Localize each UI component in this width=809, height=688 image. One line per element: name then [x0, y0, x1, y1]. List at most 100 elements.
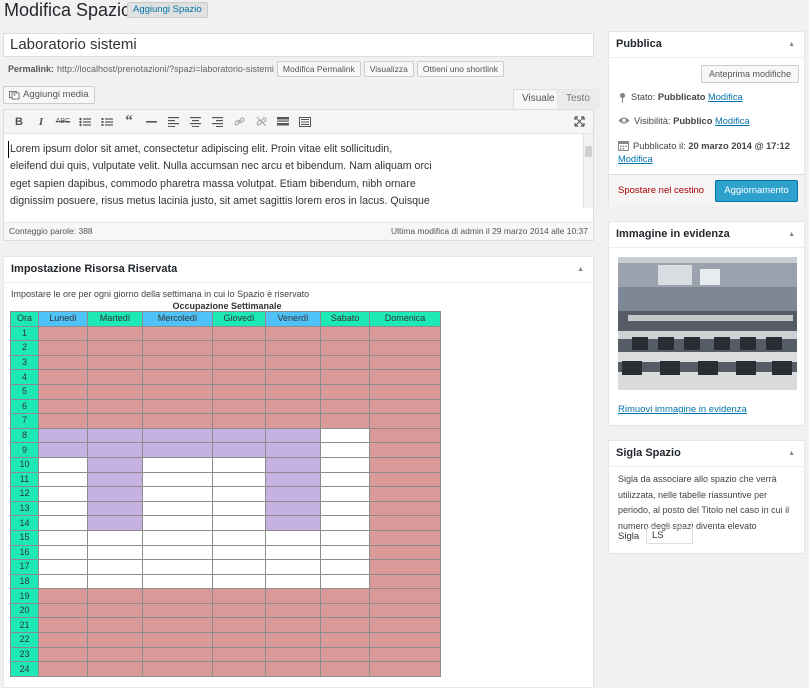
- slot-cell[interactable]: [142, 544, 213, 561]
- add-space-button[interactable]: Aggiungi Spazio: [127, 2, 208, 18]
- slot-cell[interactable]: [212, 471, 266, 488]
- slot-cell[interactable]: [265, 456, 321, 473]
- slot-cell[interactable]: [265, 500, 321, 517]
- slot-cell[interactable]: [38, 661, 88, 677]
- trash-link[interactable]: Spostare nel cestino: [618, 185, 704, 196]
- slot-cell[interactable]: [320, 486, 370, 502]
- slot-cell[interactable]: [38, 340, 88, 356]
- slot-cell[interactable]: [369, 340, 441, 356]
- slot-cell[interactable]: [142, 442, 213, 458]
- slot-cell[interactable]: [142, 486, 213, 502]
- fullscreen-icon[interactable]: [568, 112, 590, 132]
- slot-cell[interactable]: [142, 588, 213, 604]
- editor-content[interactable]: Lorem ipsum dolor sit amet, consectetur …: [4, 134, 593, 208]
- slot-cell[interactable]: [142, 383, 213, 400]
- slot-cell[interactable]: [320, 383, 370, 400]
- slot-cell[interactable]: [265, 515, 321, 531]
- slot-cell[interactable]: [265, 471, 321, 488]
- slot-cell[interactable]: [212, 369, 266, 385]
- slot-cell[interactable]: [320, 500, 370, 517]
- slot-cell[interactable]: [369, 602, 441, 619]
- featured-image-heading[interactable]: Immagine in evidenza ▲: [609, 222, 804, 248]
- slot-cell[interactable]: [142, 325, 213, 342]
- slot-cell[interactable]: [87, 573, 143, 590]
- slot-cell[interactable]: [369, 588, 441, 604]
- slot-cell[interactable]: [87, 354, 143, 371]
- slot-cell[interactable]: [87, 646, 143, 663]
- slot-cell[interactable]: [320, 354, 370, 371]
- post-title-input[interactable]: Laboratorio sistemi: [3, 33, 594, 57]
- align-left-icon[interactable]: [162, 112, 184, 132]
- slot-cell[interactable]: [38, 646, 88, 663]
- slot-cell[interactable]: [320, 427, 370, 444]
- slot-cell[interactable]: [212, 646, 266, 663]
- slot-cell[interactable]: [87, 515, 143, 531]
- slot-cell[interactable]: [38, 573, 88, 590]
- edit-status-link[interactable]: Modifica: [708, 92, 743, 102]
- slot-cell[interactable]: [212, 354, 266, 371]
- align-right-icon[interactable]: [206, 112, 228, 132]
- slot-cell[interactable]: [87, 529, 143, 546]
- slot-cell[interactable]: [320, 413, 370, 429]
- slot-cell[interactable]: [320, 559, 370, 575]
- slot-cell[interactable]: [38, 486, 88, 502]
- featured-image[interactable]: [618, 257, 797, 390]
- slot-cell[interactable]: [38, 602, 88, 619]
- permalink-url[interactable]: http://localhost/prenotazioni/?spazi=lab…: [57, 64, 274, 74]
- slot-cell[interactable]: [142, 369, 213, 385]
- slot-cell[interactable]: [38, 632, 88, 648]
- slot-cell[interactable]: [87, 500, 143, 517]
- read-more-icon[interactable]: [272, 112, 294, 132]
- slot-cell[interactable]: [38, 617, 88, 634]
- slot-cell[interactable]: [212, 602, 266, 619]
- slot-cell[interactable]: [320, 544, 370, 561]
- slot-cell[interactable]: [142, 661, 213, 677]
- slot-cell[interactable]: [87, 340, 143, 356]
- slot-cell[interactable]: [87, 383, 143, 400]
- slot-cell[interactable]: [369, 661, 441, 677]
- slot-cell[interactable]: [87, 559, 143, 575]
- slot-cell[interactable]: [212, 573, 266, 590]
- slot-cell[interactable]: [142, 573, 213, 590]
- slot-cell[interactable]: [38, 471, 88, 488]
- horizontal-rule-icon[interactable]: [140, 112, 162, 132]
- slot-cell[interactable]: [369, 427, 441, 444]
- slot-cell[interactable]: [369, 413, 441, 429]
- slot-cell[interactable]: [265, 442, 321, 458]
- strikethrough-icon[interactable]: ABC: [52, 112, 74, 132]
- slot-cell[interactable]: [369, 573, 441, 590]
- slot-cell[interactable]: [142, 559, 213, 575]
- slot-cell[interactable]: [38, 588, 88, 604]
- slot-cell[interactable]: [212, 544, 266, 561]
- slot-cell[interactable]: [265, 354, 321, 371]
- italic-icon[interactable]: I: [30, 112, 52, 132]
- slot-cell[interactable]: [265, 398, 321, 415]
- slot-cell[interactable]: [38, 529, 88, 546]
- slot-cell[interactable]: [87, 544, 143, 561]
- slot-cell[interactable]: [87, 442, 143, 458]
- slot-cell[interactable]: [87, 588, 143, 604]
- slot-cell[interactable]: [320, 369, 370, 385]
- blockquote-icon[interactable]: “: [118, 112, 140, 132]
- slot-cell[interactable]: [369, 617, 441, 634]
- slot-cell[interactable]: [369, 646, 441, 663]
- slot-cell[interactable]: [142, 471, 213, 488]
- slot-cell[interactable]: [142, 456, 213, 473]
- slot-cell[interactable]: [265, 544, 321, 561]
- slot-cell[interactable]: [87, 398, 143, 415]
- slot-cell[interactable]: [38, 354, 88, 371]
- unlink-icon[interactable]: [250, 112, 272, 132]
- slot-cell[interactable]: [320, 573, 370, 590]
- slot-cell[interactable]: [265, 632, 321, 648]
- slot-cell[interactable]: [320, 456, 370, 473]
- slot-cell[interactable]: [265, 369, 321, 385]
- slot-cell[interactable]: [87, 617, 143, 634]
- tab-testo[interactable]: Testo: [557, 89, 599, 109]
- slot-cell[interactable]: [369, 529, 441, 546]
- slot-cell[interactable]: [369, 544, 441, 561]
- slot-cell[interactable]: [212, 456, 266, 473]
- slot-cell[interactable]: [212, 442, 266, 458]
- slot-cell[interactable]: [38, 500, 88, 517]
- slot-cell[interactable]: [320, 602, 370, 619]
- slot-cell[interactable]: [142, 398, 213, 415]
